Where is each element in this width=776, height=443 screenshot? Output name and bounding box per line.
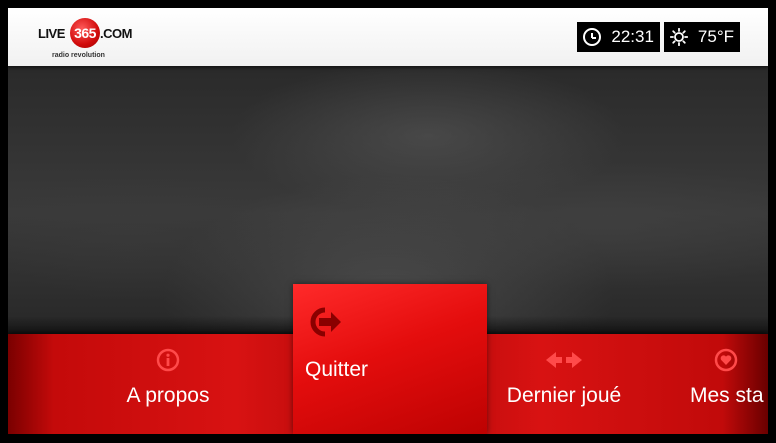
sun-icon xyxy=(669,27,689,47)
menu-item-label: A propos xyxy=(126,384,210,407)
menu-item-mes-stations[interactable]: Mes sta xyxy=(672,334,768,434)
menu-item-label: Mes sta xyxy=(690,384,764,407)
menu-item-label: Dernier joué xyxy=(506,384,622,407)
tv-screen: LIVE 365 .COM radio revolution 22:31 75°… xyxy=(8,8,768,434)
weather-display: 75°F xyxy=(663,22,740,52)
arrows-icon xyxy=(544,348,584,372)
clock-icon xyxy=(583,28,602,46)
menu-item-quitter[interactable]: Quitter xyxy=(293,284,487,434)
heart-icon xyxy=(714,348,738,372)
logo-badge: 365 xyxy=(70,18,100,48)
status-area: 22:31 75°F xyxy=(577,22,740,52)
live365-logo: LIVE 365 .COM radio revolution xyxy=(38,16,148,60)
logo-tagline: radio revolution xyxy=(52,52,105,59)
clock-display: 22:31 xyxy=(577,22,660,52)
menu-item-label: Quitter xyxy=(305,358,369,381)
temperature: 75°F xyxy=(697,27,734,46)
info-icon xyxy=(156,348,180,372)
clock-time: 22:31 xyxy=(611,27,654,46)
top-bar: LIVE 365 .COM radio revolution 22:31 75°… xyxy=(8,8,768,66)
logo-live-text: LIVE xyxy=(38,26,65,41)
menu-item-dernier-joue[interactable]: Dernier joué xyxy=(484,334,644,434)
exit-icon xyxy=(305,304,343,340)
logo-dotcom-text: .COM xyxy=(100,26,132,41)
menu-item-a-propos[interactable]: A propos xyxy=(68,334,268,434)
